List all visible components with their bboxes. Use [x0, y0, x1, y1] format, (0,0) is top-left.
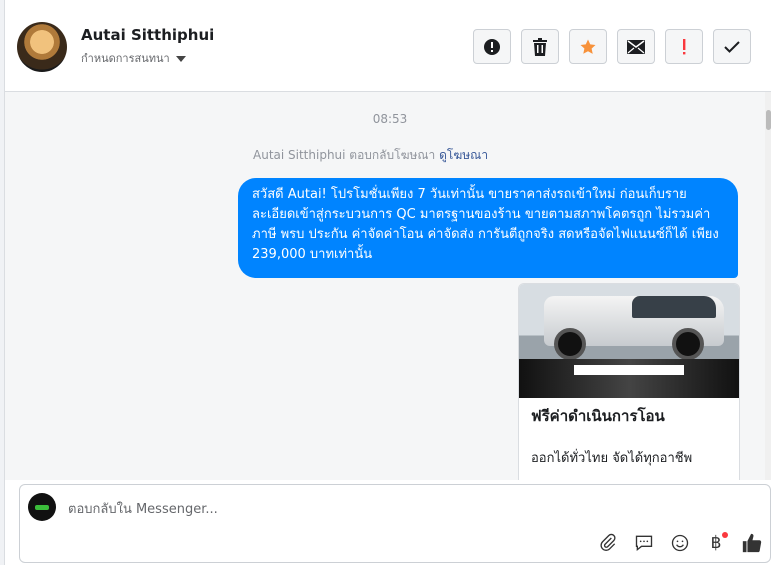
delete-button[interactable]: [521, 29, 559, 64]
exclamation-icon: [683, 38, 686, 54]
star-button[interactable]: [569, 29, 607, 64]
image-banner: [574, 365, 684, 375]
ad-card-title[interactable]: ฟรีค่าดำเนินการโอน: [531, 404, 665, 428]
thumbs-up-icon[interactable]: [740, 531, 764, 555]
alert-circle-icon: [484, 38, 500, 55]
ad-reply-note: Autai Sitthiphui ตอบกลับโฆษณา ดูโฆษณา: [253, 146, 488, 165]
done-button[interactable]: [713, 29, 751, 64]
saved-reply-icon[interactable]: [632, 531, 656, 555]
conversation-header: Autai Sitthiphui กำหนดการสนทนา: [5, 0, 771, 92]
page-avatar: [28, 493, 56, 521]
ad-card-description: ออกได้ทั่วไทย จัดได้ทุกอาชีพ: [531, 451, 693, 466]
view-ad-link[interactable]: ดูโฆษณา: [439, 148, 488, 162]
messenger-window: Autai Sitthiphui กำหนดการสนทนา 08:53 Aut…: [4, 0, 771, 565]
mark-unread-button[interactable]: [617, 29, 655, 64]
avatar[interactable]: [17, 22, 67, 72]
reply-input[interactable]: ตอบกลับใน Messenger...: [68, 498, 218, 519]
emoji-icon[interactable]: [668, 531, 692, 555]
conversation-options-label: กำหนดการสนทนา: [81, 52, 170, 65]
trash-icon: [533, 37, 547, 56]
mail-icon: [627, 39, 645, 54]
ad-reply-text: Autai Sitthiphui ตอบกลับโฆษณา: [253, 148, 436, 162]
thread-scrollbar[interactable]: [765, 92, 771, 480]
truck-image: [544, 296, 724, 360]
conversation-options[interactable]: กำหนดการสนทนา: [81, 49, 186, 67]
spam-button[interactable]: [473, 29, 511, 64]
reply-composer: ตอบกลับใน Messenger... ฿: [19, 484, 771, 563]
notification-dot: [722, 532, 728, 538]
paperclip-icon[interactable]: [596, 531, 620, 555]
star-icon: [580, 39, 596, 54]
baht-payment-icon[interactable]: ฿: [704, 531, 728, 555]
ad-card[interactable]: ฟรีค่าดำเนินการโอน ออกได้ทั่วไทย จัดได้ท…: [518, 283, 740, 480]
message-timestamp: 08:53: [372, 112, 408, 126]
message-thread[interactable]: 08:53 Autai Sitthiphui ตอบกลับโฆษณา ดูโฆ…: [5, 92, 765, 480]
check-icon: [724, 40, 740, 53]
ad-card-image[interactable]: [519, 284, 739, 398]
message-bubble[interactable]: สวัสดี Autai! โปรโมชั่นเพียง 7 วันเท่านั…: [238, 178, 738, 278]
composer-toolbar: ฿: [596, 531, 764, 555]
flag-button[interactable]: [665, 29, 703, 64]
caret-down-icon: [175, 56, 186, 62]
contact-name[interactable]: Autai Sitthiphui: [81, 26, 214, 44]
